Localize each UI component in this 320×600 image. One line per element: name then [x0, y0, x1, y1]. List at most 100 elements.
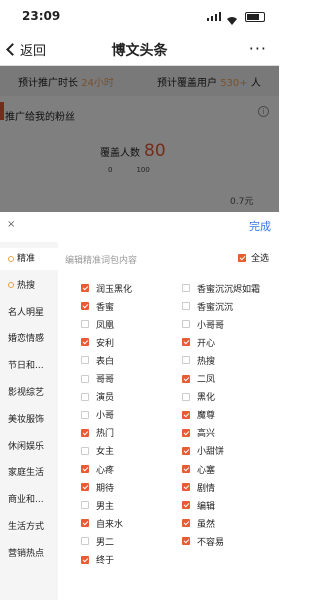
- keyword-item[interactable]: 二凤: [182, 372, 215, 386]
- category-item[interactable]: 营销热点: [0, 543, 58, 565]
- category-item[interactable]: 婚恋情感: [0, 328, 58, 350]
- checkbox-icon: [182, 392, 190, 401]
- keyword-item[interactable]: 香蜜: [81, 299, 114, 313]
- keyword-label: 不容易: [197, 537, 225, 548]
- keyword-label: 开心: [197, 338, 216, 349]
- keyword-item[interactable]: 男二: [81, 534, 114, 548]
- checkbox-icon: [81, 410, 89, 419]
- category-item[interactable]: 节日和...: [0, 355, 58, 377]
- keyword-item[interactable]: 香蜜沉沉: [182, 299, 233, 313]
- checkbox-icon: [81, 537, 89, 546]
- checkbox-icon: [81, 446, 89, 455]
- nav-bar: 返回 博文头条 ···: [0, 34, 279, 66]
- keyword-label: 香蜜: [96, 302, 115, 313]
- category-item[interactable]: 热搜: [0, 275, 58, 297]
- keyword-label: 黑化: [197, 393, 216, 404]
- keyword-item[interactable]: 安利: [81, 335, 114, 349]
- keyword-label: 期待: [96, 483, 115, 494]
- keyword-item[interactable]: 虽然: [182, 516, 215, 530]
- select-all-label: 全选: [250, 254, 269, 264]
- checkbox-icon: [182, 356, 190, 365]
- keyword-panel: × 完成 精准 热搜 名人明星 婚恋情感 节日和... 影视综艺 美妆服饰 休闲娱乐 家庭生活商…: [0, 212, 279, 600]
- keyword-item[interactable]: 终于: [81, 553, 114, 567]
- checkbox-icon: [81, 501, 89, 510]
- select-all-checkbox[interactable]: 全选: [237, 251, 269, 264]
- keyword-item[interactable]: 凤凰: [81, 317, 114, 331]
- category-item[interactable]: 家庭生活: [0, 462, 58, 484]
- keyword-item[interactable]: 女主: [81, 444, 114, 458]
- keyword-item[interactable]: 开心: [182, 335, 215, 349]
- more-icon[interactable]: ···: [249, 39, 267, 58]
- checkbox-icon: [81, 555, 89, 564]
- checkbox-icon: [182, 284, 190, 292]
- keyword-item[interactable]: 香蜜沉沉烬如霜: [182, 281, 260, 295]
- category-label: 婚恋情感: [8, 334, 45, 345]
- keyword-label: 凤凰: [96, 320, 115, 331]
- keyword-item[interactable]: 热搜: [182, 353, 215, 367]
- keyword-item[interactable]: 高兴: [182, 426, 215, 440]
- category-item[interactable]: 名人明星: [0, 302, 58, 324]
- category-item[interactable]: 影视综艺: [0, 382, 58, 404]
- checkbox-icon: [182, 465, 190, 473]
- keyword-label: 表白: [96, 356, 115, 367]
- checkbox-icon: [182, 320, 190, 329]
- category-label: 名人明星: [8, 307, 45, 318]
- category-dot-icon: [8, 255, 14, 262]
- category-item[interactable]: 休闲娱乐: [0, 436, 58, 458]
- done-button[interactable]: 完成: [249, 218, 271, 234]
- status-time: 23:09: [22, 9, 61, 23]
- keyword-list: 编辑精准词包内容 全选 润玉黑化 香蜜 凤凰 安利 表白 哥哥 演员 小哥 热门 女主 心疼 期待 男主…: [58, 242, 279, 600]
- keyword-label: 小甜饼: [197, 447, 225, 458]
- modal-overlay[interactable]: [0, 66, 279, 216]
- category-label: 家庭生活: [8, 468, 45, 479]
- keyword-item[interactable]: 小哥: [81, 408, 114, 422]
- status-bar: 23:09: [0, 0, 279, 34]
- keyword-item[interactable]: 期待: [81, 480, 114, 494]
- keyword-label: 小哥: [96, 411, 115, 422]
- category-label: 商业和...: [8, 495, 44, 506]
- signal-icon: [207, 12, 221, 21]
- keyword-item[interactable]: 心塞: [182, 462, 215, 476]
- keyword-label: 男主: [96, 501, 115, 512]
- keyword-item[interactable]: 不容易: [182, 534, 224, 548]
- checkbox-icon: [81, 302, 89, 311]
- keyword-label: 心疼: [96, 465, 115, 476]
- keyword-item[interactable]: 心疼: [81, 462, 114, 476]
- category-item[interactable]: 精准: [0, 248, 58, 270]
- keyword-item[interactable]: 小哥哥: [182, 317, 224, 331]
- checkbox-icon: [81, 519, 89, 528]
- keyword-item[interactable]: 热门: [81, 426, 114, 440]
- keyword-label: 心塞: [197, 465, 216, 476]
- keyword-label: 女主: [96, 447, 115, 458]
- keyword-label: 虽然: [197, 519, 216, 530]
- keyword-label: 香蜜沉沉烬如霜: [197, 284, 261, 295]
- keyword-label: 剧情: [197, 483, 216, 494]
- keyword-item[interactable]: 演员: [81, 390, 114, 404]
- close-icon[interactable]: ×: [7, 219, 15, 230]
- checkbox-icon: [81, 356, 89, 365]
- keyword-item[interactable]: 黑化: [182, 390, 215, 404]
- category-item[interactable]: 商业和...: [0, 489, 58, 511]
- keyword-item[interactable]: 男主: [81, 498, 114, 512]
- keyword-label: 润玉黑化: [96, 284, 133, 295]
- keyword-label: 男二: [96, 537, 115, 548]
- battery-icon: [245, 12, 265, 22]
- checkbox-icon: [182, 410, 190, 419]
- keyword-item[interactable]: 润玉黑化: [81, 281, 132, 295]
- keyword-item[interactable]: 剧情: [182, 480, 215, 494]
- category-label: 影视综艺: [8, 388, 45, 398]
- keyword-item[interactable]: 哥哥: [81, 372, 114, 386]
- keyword-item[interactable]: 小甜饼: [182, 444, 224, 458]
- checkbox-icon: [237, 253, 246, 262]
- category-item[interactable]: 美妆服饰: [0, 409, 58, 431]
- keyword-item[interactable]: 自来水: [81, 516, 123, 530]
- keyword-item[interactable]: 编辑: [182, 498, 215, 512]
- keyword-item[interactable]: 表白: [81, 353, 114, 367]
- checkbox-icon: [81, 465, 89, 473]
- category-item[interactable]: 生活方式: [0, 516, 58, 538]
- keyword-label: 演员: [96, 393, 115, 404]
- checkbox-icon: [182, 338, 190, 347]
- category-label: 节日和...: [8, 361, 44, 372]
- category-label: 生活方式: [8, 522, 45, 532]
- keyword-item[interactable]: 魔尊: [182, 408, 215, 422]
